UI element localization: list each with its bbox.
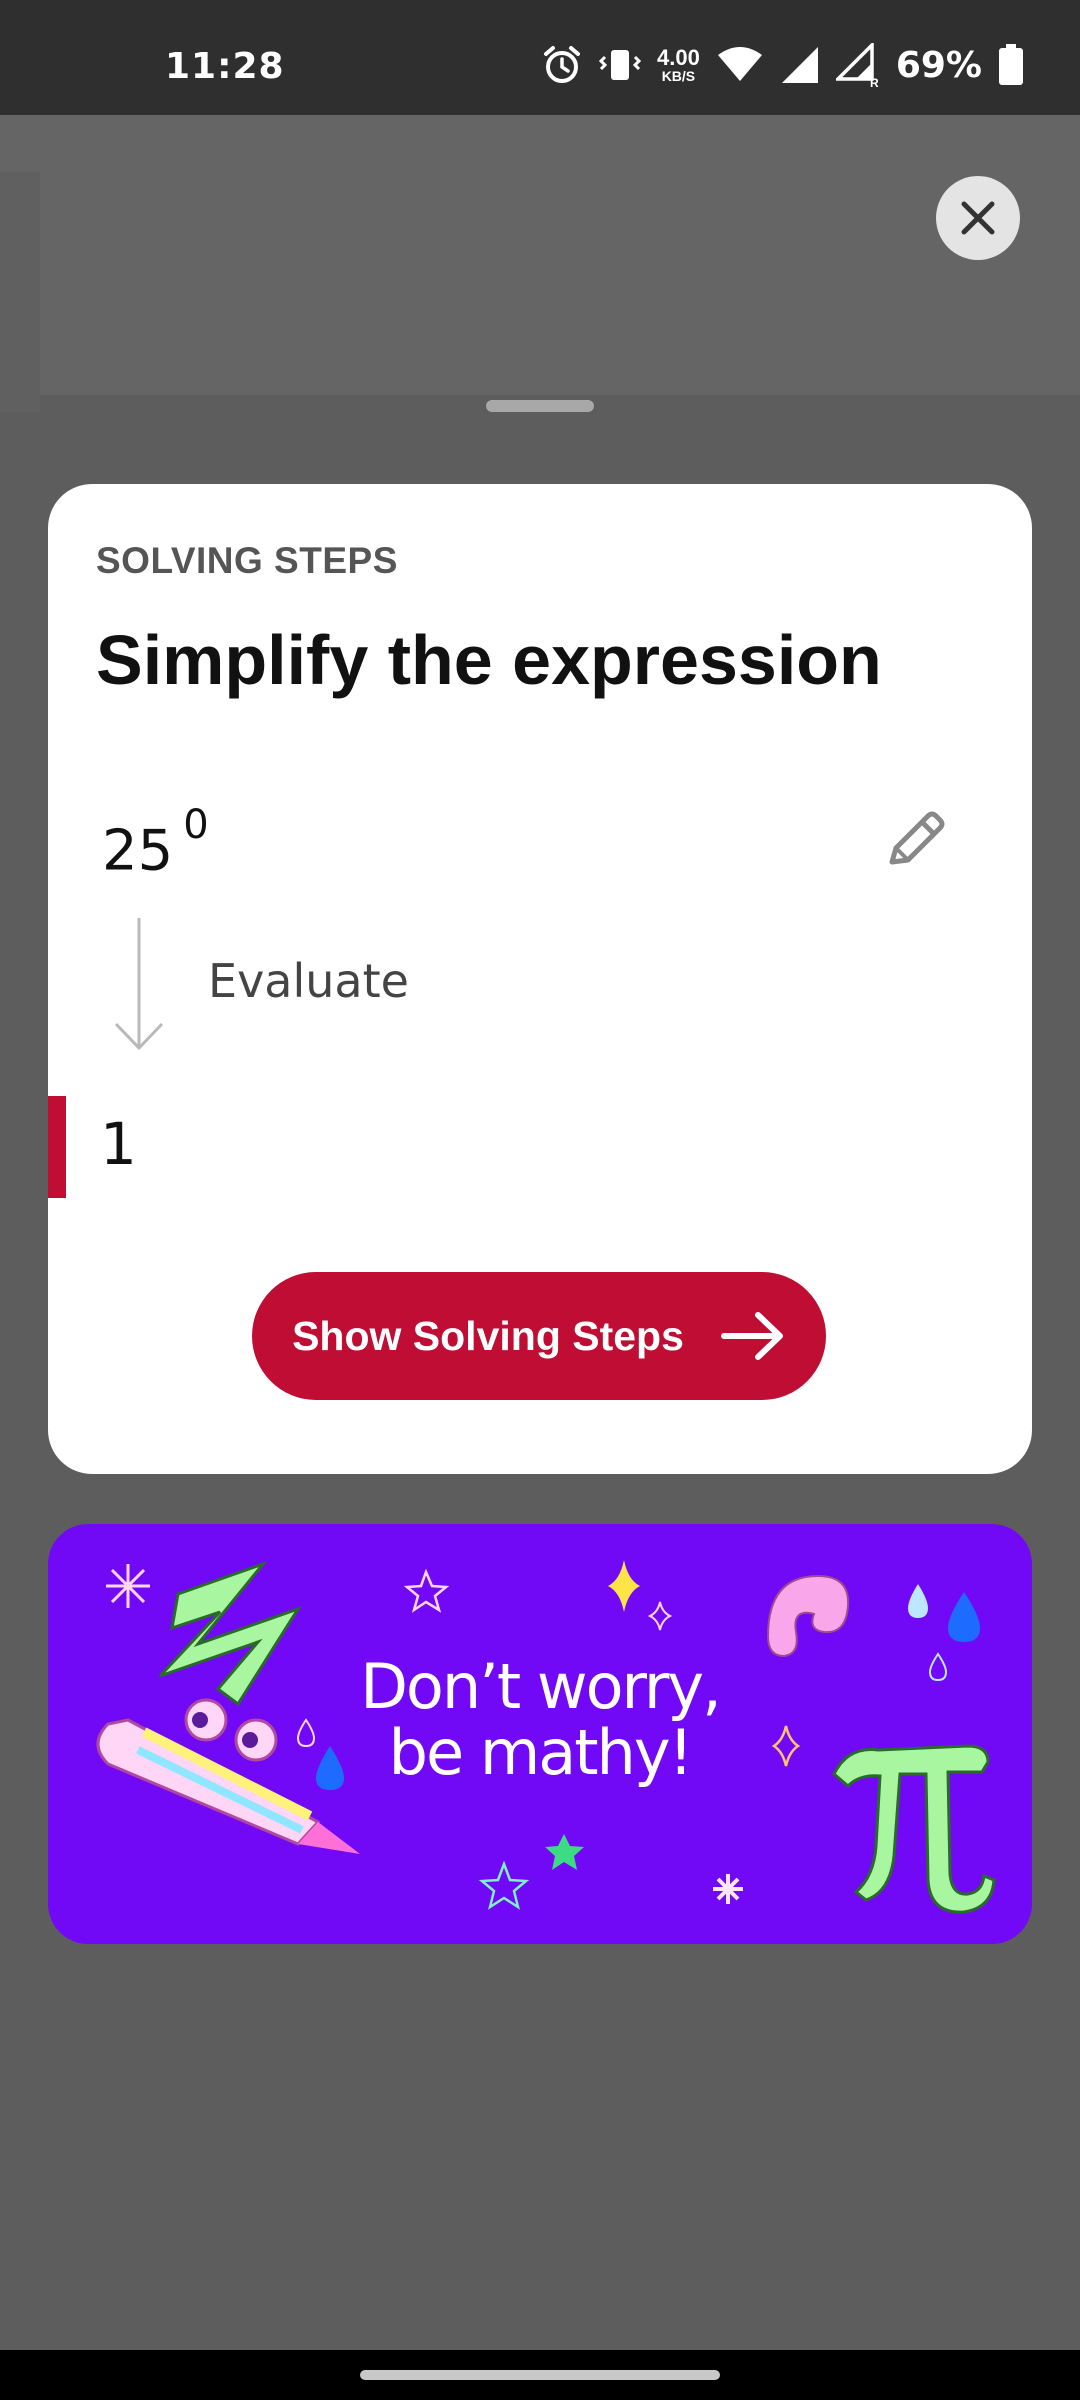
result-highlight-bar [48, 1096, 66, 1198]
droplet-icon [908, 1584, 928, 1618]
battery-icon [999, 44, 1023, 85]
network-speed-value: 4.00 [657, 45, 700, 70]
background-page-edge [0, 172, 40, 412]
system-navigation-bar [0, 2350, 1080, 2400]
arrow-down-icon [114, 918, 164, 1051]
wifi-icon [717, 47, 762, 81]
show-solving-steps-button[interactable]: Show Solving Steps [252, 1272, 826, 1400]
expression: 25 0 [102, 802, 209, 884]
show-solving-steps-label: Show Solving Steps [292, 1312, 684, 1359]
solving-steps-card: SOLVING STEPS Simplify the expression 25… [48, 484, 1032, 1474]
star-outline [403, 1568, 450, 1613]
sparkle-icon [608, 1560, 640, 1612]
sheet-drag-handle[interactable] [486, 400, 594, 412]
banner-tagline-line1: Don’t worry, [360, 1650, 722, 1723]
expression-exponent: 0 [183, 802, 209, 848]
card-eyebrow: SOLVING STEPS [96, 540, 398, 581]
sparkle-icon [647, 1601, 673, 1631]
close-icon [961, 201, 995, 235]
status-time: 11:28 [165, 46, 285, 87]
network-speed-unit: KB/S [661, 68, 696, 84]
close-button[interactable] [936, 176, 1020, 260]
step-label: Evaluate [208, 954, 409, 1008]
expression-base: 25 [102, 818, 174, 884]
arrow-right-icon [720, 1312, 783, 1360]
sparkle-icon [106, 1564, 150, 1608]
banner-tagline-line2: be mathy! [388, 1716, 694, 1789]
star-icon [545, 1834, 584, 1870]
droplet-icon [948, 1592, 980, 1642]
vibrate-icon [599, 50, 641, 80]
sparkle-icon [713, 1874, 743, 1904]
backdrop-top-area [0, 115, 1080, 395]
banner-tagline: Don’t worry, be mathy! [48, 1654, 1032, 1786]
signal-roaming-icon: R [835, 43, 879, 87]
svg-text:R: R [870, 76, 879, 87]
battery-percent: 69% [895, 44, 982, 86]
status-bar: 11:28 4.00 KB/S R 69% [0, 0, 1080, 115]
result-value: 1 [100, 1110, 137, 1178]
star-outline [478, 1860, 530, 1910]
pencil-icon[interactable] [874, 802, 954, 882]
promo-banner[interactable]: Don’t worry, be mathy! [48, 1524, 1032, 1944]
swirl-shape [766, 1574, 850, 1658]
card-title: Simplify the expression [96, 621, 882, 699]
network-speed: 4.00 KB/S [657, 45, 700, 84]
signal-icon [781, 47, 818, 83]
status-icons: 4.00 KB/S R 69% [541, 40, 1024, 90]
home-gesture-pill[interactable] [360, 2370, 720, 2380]
alarm-icon [544, 46, 580, 83]
